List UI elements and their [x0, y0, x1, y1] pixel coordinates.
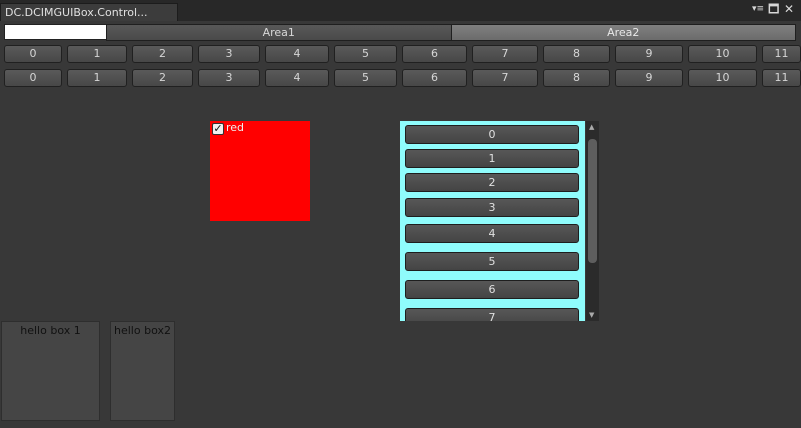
- row2-button[interactable]: 5: [334, 69, 397, 87]
- close-icon[interactable]: ✕: [784, 2, 794, 16]
- list-item[interactable]: 1: [405, 149, 579, 168]
- row1-button[interactable]: 7: [472, 45, 538, 63]
- row1-button[interactable]: 9: [615, 45, 683, 63]
- button-row-1: 0 1 2 3 4 5 6 7 8 9 10 11: [0, 45, 801, 63]
- toolbar-area1[interactable]: Area1: [106, 24, 452, 41]
- row1-button[interactable]: 8: [543, 45, 610, 63]
- row1-button[interactable]: 11: [762, 45, 801, 63]
- row1-button[interactable]: 2: [132, 45, 193, 63]
- row2-button[interactable]: 4: [265, 69, 329, 87]
- menu-dropdown-icon[interactable]: ▾≡: [752, 2, 764, 16]
- row1-button[interactable]: 0: [4, 45, 62, 63]
- vertical-scrollbar[interactable]: ▲ ▼: [586, 121, 599, 321]
- row1-button[interactable]: 4: [265, 45, 329, 63]
- row2-button[interactable]: 10: [688, 69, 757, 87]
- hello-box-2: hello box2: [110, 321, 175, 421]
- row1-button[interactable]: 1: [67, 45, 127, 63]
- maximize-icon[interactable]: 🗖: [768, 2, 779, 16]
- editor-window-tab[interactable]: DC.DCIMGUIBox.Control...: [0, 3, 178, 21]
- row1-button[interactable]: 6: [402, 45, 467, 63]
- hello-box-2-label: hello box2: [114, 324, 171, 337]
- red-toggle-label[interactable]: red: [226, 122, 244, 134]
- row2-button[interactable]: 0: [4, 69, 62, 87]
- row1-button[interactable]: 10: [688, 45, 757, 63]
- hello-box-1: hello box 1: [1, 321, 100, 421]
- button-row-2: 0 1 2 3 4 5 6 7 8 9 10 11: [0, 69, 801, 87]
- row2-button[interactable]: 1: [67, 69, 127, 87]
- checkmark-icon[interactable]: ✓: [212, 123, 224, 135]
- list-item[interactable]: 0: [405, 125, 579, 144]
- hello-box-1-label: hello box 1: [20, 324, 81, 337]
- text-field[interactable]: [4, 24, 108, 40]
- tab-strip: DC.DCIMGUIBox.Control... ▾≡ 🗖 ✕: [0, 0, 801, 21]
- scrollbar-thumb[interactable]: [588, 139, 597, 263]
- row2-button[interactable]: 2: [132, 69, 193, 87]
- area-toolbar: Area1 Area2: [106, 24, 796, 41]
- list-item[interactable]: 5: [405, 252, 579, 271]
- scroll-list: 0 1 2 3 4 5 6 7: [400, 121, 585, 321]
- row2-button[interactable]: 8: [543, 69, 610, 87]
- row2-button[interactable]: 6: [402, 69, 467, 87]
- list-item[interactable]: 2: [405, 173, 579, 192]
- color-box: ✓ red: [210, 121, 310, 221]
- toolbar-area2[interactable]: Area2: [451, 24, 796, 41]
- scroll-up-arrow-icon[interactable]: ▲: [589, 123, 594, 131]
- row2-button[interactable]: 7: [472, 69, 538, 87]
- row2-button[interactable]: 3: [198, 69, 260, 87]
- row2-button[interactable]: 9: [615, 69, 683, 87]
- list-item[interactable]: 6: [405, 280, 579, 299]
- list-item[interactable]: 7: [405, 308, 579, 321]
- scroll-down-arrow-icon[interactable]: ▼: [589, 311, 594, 319]
- row1-button[interactable]: 3: [198, 45, 260, 63]
- list-item[interactable]: 4: [405, 224, 579, 243]
- row2-button[interactable]: 11: [762, 69, 801, 87]
- list-item[interactable]: 3: [405, 198, 579, 217]
- row1-button[interactable]: 5: [334, 45, 397, 63]
